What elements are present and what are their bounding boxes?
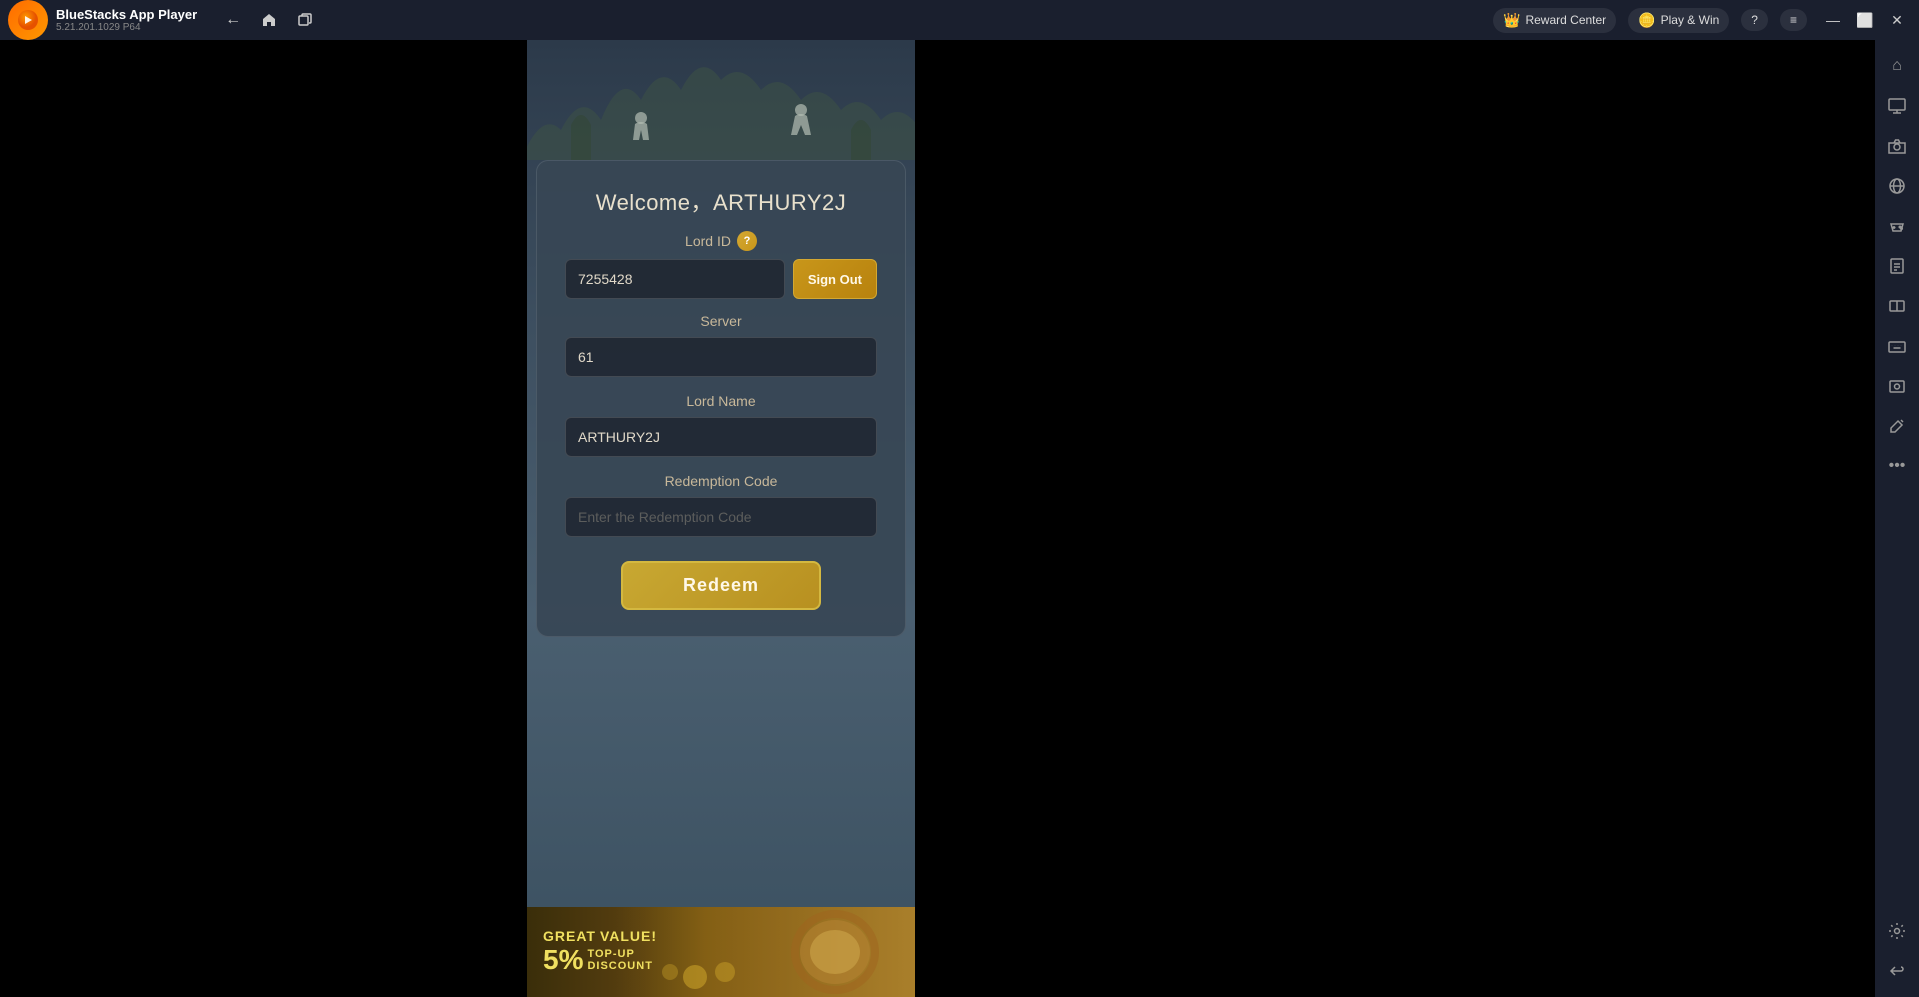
banner-lion-decoration	[615, 907, 915, 997]
titlebar-right-controls: 👑 Reward Center 🪙 Play & Win ? ≡ — ⬜ ✕	[1493, 6, 1911, 34]
app-name-block: BlueStacks App Player 5.21.201.1029 P64	[56, 7, 197, 33]
discount-banner[interactable]: GREAT VALUE! 5% TOP-UP DISCOUNT	[527, 907, 915, 997]
lord-id-label: Lord ID	[685, 233, 731, 249]
banner-discount-row: 5% TOP-UP DISCOUNT	[543, 944, 657, 976]
reward-center-button[interactable]: 👑 Reward Center	[1493, 8, 1616, 33]
banner-percent: 5%	[543, 944, 583, 976]
server-input[interactable]	[565, 337, 877, 377]
window-controls: — ⬜ ✕	[1819, 6, 1911, 34]
crown-icon: 👑	[1503, 12, 1520, 29]
home-button[interactable]	[253, 4, 285, 36]
sidebar-edit-icon[interactable]	[1879, 408, 1915, 444]
close-button[interactable]: ✕	[1883, 6, 1911, 34]
menu-button[interactable]: ≡	[1780, 9, 1807, 31]
banner-topup-block: TOP-UP DISCOUNT	[587, 948, 652, 972]
sidebar-resolution-icon[interactable]	[1879, 288, 1915, 324]
titlebar-nav: ←	[217, 4, 321, 36]
redemption-code-label: Redemption Code	[565, 473, 877, 489]
banner-discount-label: DISCOUNT	[587, 960, 652, 972]
sidebar-apk-icon[interactable]	[1879, 248, 1915, 284]
sidebar-screenshot-icon[interactable]	[1879, 368, 1915, 404]
sidebar-globe-icon[interactable]	[1879, 168, 1915, 204]
multiinstance-button[interactable]	[289, 4, 321, 36]
game-top-decoration	[527, 40, 915, 160]
main-content: Welcome，ARTHURY2J Lord ID ? Sign Out Ser…	[0, 40, 1875, 997]
sidebar-back-bottom-icon[interactable]	[1879, 953, 1915, 989]
play-win-button[interactable]: 🪙 Play & Win	[1628, 8, 1729, 33]
reward-center-label: Reward Center	[1525, 13, 1606, 27]
redeem-button[interactable]: Redeem	[621, 561, 821, 610]
welcome-text: Welcome，ARTHURY2J	[565, 185, 877, 217]
sidebar-more-icon[interactable]: •••	[1879, 448, 1915, 484]
titlebar: BlueStacks App Player 5.21.201.1029 P64 …	[0, 0, 1919, 40]
sidebar-keyboard-icon[interactable]	[1879, 328, 1915, 364]
sidebar-screen-icon[interactable]	[1879, 88, 1915, 124]
lord-name-label: Lord Name	[565, 393, 877, 409]
server-label: Server	[565, 313, 877, 329]
sign-out-button[interactable]: Sign Out	[793, 259, 877, 299]
help-label: ?	[1751, 13, 1758, 27]
left-black-area	[0, 40, 527, 997]
sidebar-home-icon[interactable]: ⌂	[1879, 48, 1915, 84]
app-name: BlueStacks App Player	[56, 7, 197, 22]
lord-id-row: Lord ID ?	[565, 231, 877, 251]
minimize-button[interactable]: —	[1819, 6, 1847, 34]
maximize-button[interactable]: ⬜	[1851, 6, 1879, 34]
lord-id-input-row: Sign Out	[565, 259, 877, 299]
help-button[interactable]: ?	[1741, 9, 1768, 31]
app-version: 5.21.201.1029 P64	[56, 22, 197, 33]
lord-id-help-button[interactable]: ?	[737, 231, 757, 251]
game-area: Welcome，ARTHURY2J Lord ID ? Sign Out Ser…	[527, 40, 915, 997]
sidebar-controller-icon[interactable]	[1879, 208, 1915, 244]
right-sidebar: ⌂	[1875, 40, 1919, 997]
right-black-area	[915, 40, 1875, 997]
sidebar-camera-icon[interactable]	[1879, 128, 1915, 164]
menu-label: ≡	[1790, 13, 1797, 27]
redemption-modal: Welcome，ARTHURY2J Lord ID ? Sign Out Ser…	[536, 160, 906, 637]
lord-name-input[interactable]	[565, 417, 877, 457]
banner-text: GREAT VALUE! 5% TOP-UP DISCOUNT	[543, 928, 657, 976]
app-logo	[8, 0, 48, 40]
play-win-label: Play & Win	[1661, 13, 1720, 27]
banner-value-label: VALUE!	[600, 928, 657, 944]
banner-topup-label: TOP-UP	[587, 948, 652, 960]
coin-icon: 🪙	[1638, 12, 1655, 29]
lord-id-input[interactable]	[565, 259, 785, 299]
back-button[interactable]: ←	[217, 4, 249, 36]
redemption-code-input[interactable]	[565, 497, 877, 537]
banner-great-label: GREAT	[543, 928, 596, 944]
sidebar-settings-bottom-icon[interactable]	[1879, 913, 1915, 949]
